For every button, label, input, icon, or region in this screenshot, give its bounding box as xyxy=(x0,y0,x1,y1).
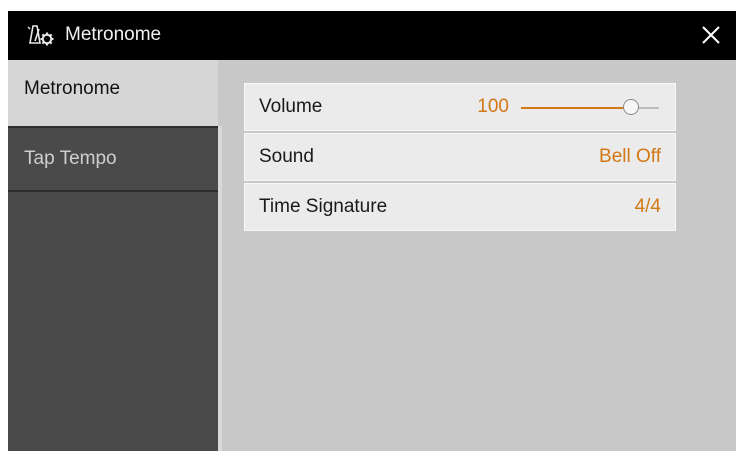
tab-label: Metronome xyxy=(24,78,121,99)
close-icon[interactable] xyxy=(698,22,724,48)
divider xyxy=(218,126,222,451)
slider-knob[interactable] xyxy=(623,99,639,115)
slider-fill xyxy=(521,107,631,109)
metronome-settings-icon xyxy=(24,23,58,49)
title-bar: Metronome xyxy=(8,11,736,60)
window-title: Metronome xyxy=(65,24,162,45)
time-signature-row[interactable]: Time Signature 4/4 xyxy=(244,183,676,231)
tab-tap-tempo[interactable]: Tap Tempo xyxy=(8,126,218,192)
volume-label: Volume xyxy=(259,96,323,117)
volume-slider[interactable] xyxy=(521,99,659,115)
content-area: Metronome Tap Tempo Volume 100 Sound Bel… xyxy=(8,60,736,451)
time-signature-value: 4/4 xyxy=(634,196,661,217)
tab-label: Tap Tempo xyxy=(24,148,117,169)
time-signature-label: Time Signature xyxy=(259,196,388,217)
sidebar: Metronome Tap Tempo xyxy=(8,60,218,451)
volume-row[interactable]: Volume 100 xyxy=(244,83,676,131)
volume-value: 100 xyxy=(477,96,509,117)
sound-label: Sound xyxy=(259,146,314,167)
sound-row[interactable]: Sound Bell Off xyxy=(244,133,676,181)
tab-metronome[interactable]: Metronome xyxy=(8,60,218,126)
sound-value: Bell Off xyxy=(599,146,661,167)
settings-list: Volume 100 Sound Bell Off Time Signature… xyxy=(244,83,676,233)
